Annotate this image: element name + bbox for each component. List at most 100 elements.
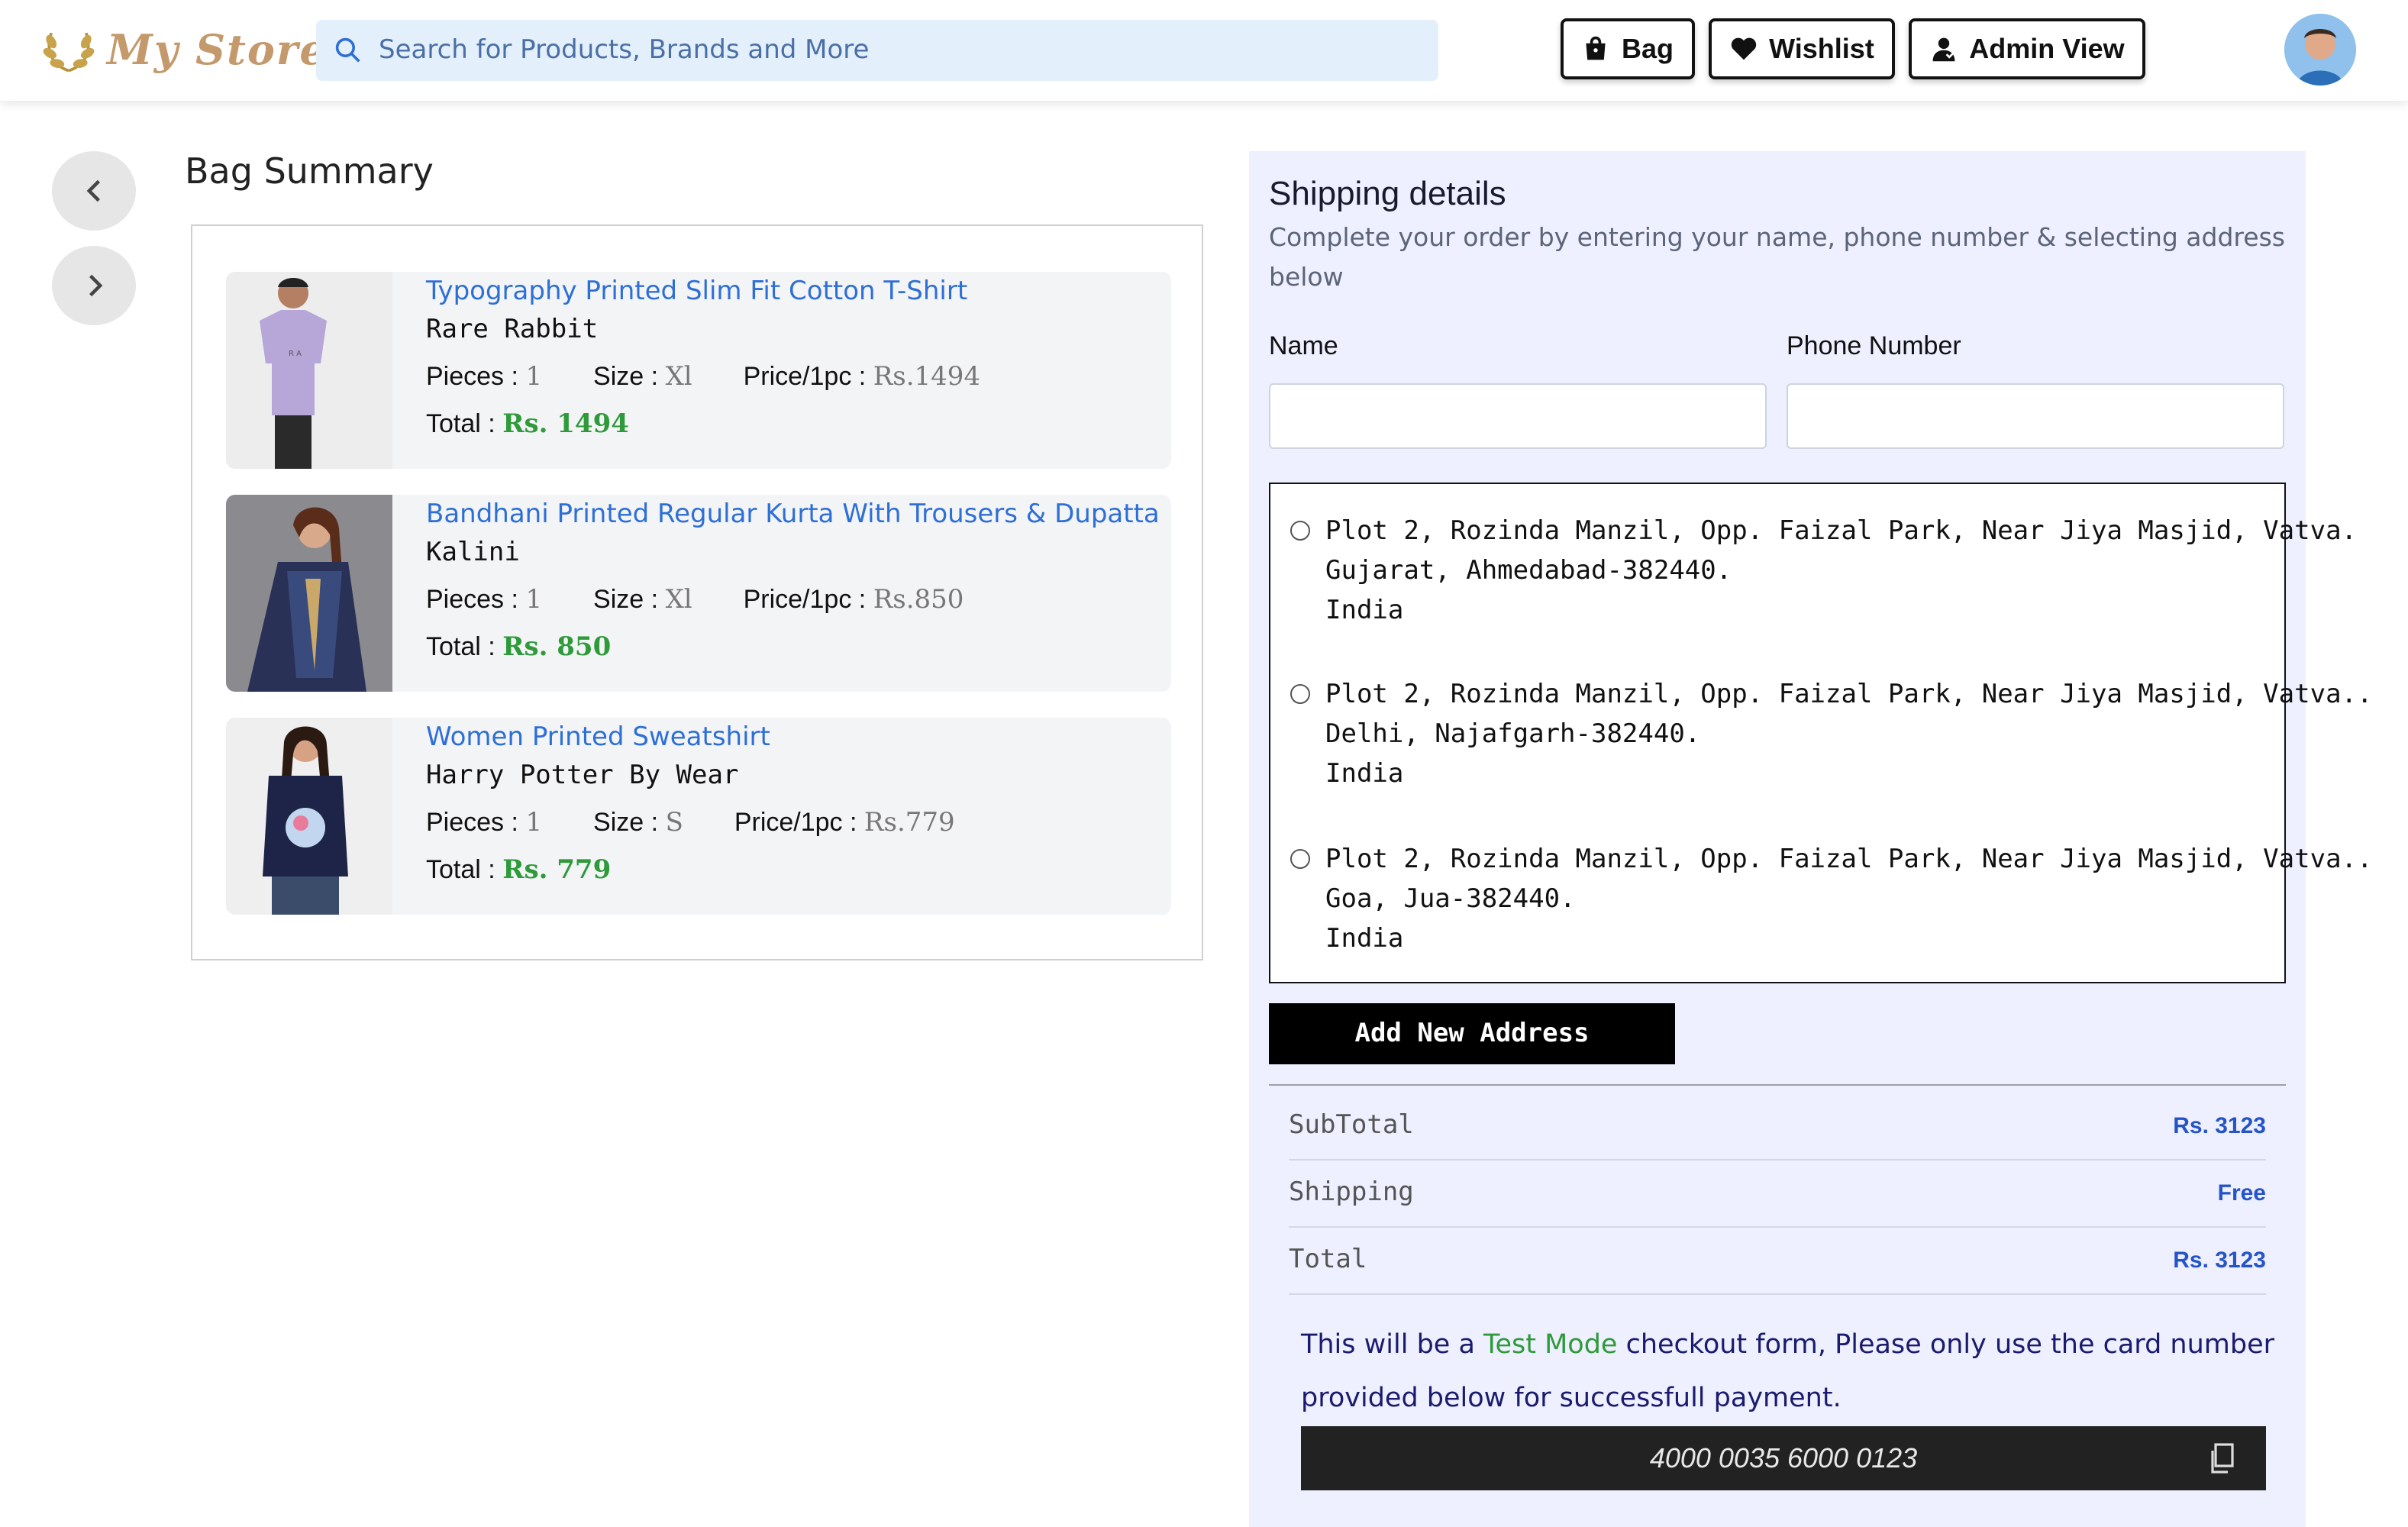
bag-icon (1586, 36, 1606, 60)
total-label: Total : (426, 409, 495, 438)
test-mode-highlight: Test Mode (1483, 1330, 1618, 1361)
price-value: Rs.850 (873, 585, 964, 615)
chevron-right-icon (89, 274, 102, 297)
size-value: Xl (665, 362, 692, 392)
size-label: Size : (593, 362, 659, 391)
size-label: Size : (593, 585, 659, 614)
store-logo[interactable]: My Store (40, 21, 328, 79)
subtotal-row: SubTotal Rs. 3123 (1289, 1092, 2266, 1161)
product-details: Pieces : 1 Size : S Price/1pc : Rs.779 (426, 808, 955, 838)
shipping-subtitle: Complete your order by entering your nam… (1269, 223, 2285, 292)
product-brand: Harry Potter By Wear (426, 760, 739, 791)
size-value: Xl (665, 585, 692, 615)
address-line2: Gujarat, Ahmedabad-382440. (1325, 556, 1732, 586)
bag-item[interactable]: Bandhani Printed Regular Kurta With Trou… (226, 495, 1171, 692)
total-row: Total Rs. 3123 (1289, 1226, 2266, 1295)
notice-text-before: This will be a (1301, 1330, 1484, 1361)
product-image[interactable] (226, 718, 392, 915)
address-radio[interactable] (1290, 849, 1310, 869)
search-icon (335, 37, 360, 63)
address-line2: Delhi, Najafgarh-382440. (1325, 719, 1701, 750)
copy-icon[interactable] (2208, 1443, 2235, 1474)
shipping-title: Shipping details (1269, 174, 1506, 212)
bag-item[interactable]: Women Printed Sweatshirt Harry Potter By… (226, 718, 1171, 915)
address-text[interactable]: Plot 2, Rozinda Manzil, Opp. Faizal Park… (1325, 512, 2357, 631)
price-label: Price/1pc : (743, 585, 867, 614)
size-value: S (665, 808, 683, 838)
logo-wreath-icon (43, 32, 95, 73)
pieces-value: 1 (525, 808, 543, 838)
name-field[interactable] (1269, 383, 1767, 449)
svg-text:R A: R A (289, 350, 302, 358)
address-text[interactable]: Plot 2, Rozinda Manzil, Opp. Faizal Park… (1325, 840, 2373, 959)
wishlist-button-label: Wishlist (1769, 33, 1874, 63)
test-mode-notice: This will be a Test Mode checkout form, … (1301, 1319, 2278, 1426)
pieces-value: 1 (525, 585, 543, 615)
admin-view-label: Admin View (1969, 33, 2125, 63)
pieces-label: Pieces : (426, 808, 518, 837)
divider (1269, 1084, 2286, 1086)
address-line3: India (1325, 759, 1404, 789)
wishlist-button[interactable]: Wishlist (1709, 18, 1895, 79)
pieces-label: Pieces : (426, 585, 518, 614)
bag-summary-title: Bag Summary (185, 153, 434, 192)
address-list: Plot 2, Rozinda Manzil, Opp. Faizal Park… (1269, 483, 2373, 983)
product-image[interactable] (226, 495, 392, 692)
previous-button[interactable] (52, 151, 136, 231)
product-total: Total : Rs. 1494 (426, 409, 629, 440)
phone-field[interactable] (1787, 383, 2284, 449)
top-header: My Store Bag Wishlist Admin View (0, 0, 2408, 101)
subtotal-value: Rs. 3123 (2173, 1113, 2266, 1139)
search-bar[interactable] (316, 20, 1438, 81)
total-value: Rs. 1494 (502, 409, 629, 440)
name-label: Name (1269, 331, 1338, 360)
admin-view-button[interactable]: Admin View (1909, 18, 2145, 79)
bag-item[interactable]: R A Typography Printed Slim Fit Cotton T… (226, 272, 1171, 469)
heart-icon (1730, 37, 1756, 60)
product-details: Pieces : 1 Size : Xl Price/1pc : Rs.1494 (426, 362, 980, 392)
address-line3: India (1325, 924, 1404, 954)
price-value: Rs.779 (863, 808, 955, 838)
total-value: Rs. 850 (502, 632, 612, 663)
shipping-label: Shipping (1289, 1177, 1414, 1208)
phone-label: Phone Number (1787, 331, 1961, 360)
chevron-left-icon (86, 179, 99, 202)
address-text[interactable]: Plot 2, Rozinda Manzil, Opp. Faizal Park… (1325, 675, 2373, 794)
product-name[interactable]: Women Printed Sweatshirt (426, 722, 770, 753)
user-icon (1932, 37, 1955, 62)
price-value: Rs.1494 (873, 362, 981, 392)
bag-items-container: R A Typography Printed Slim Fit Cotton T… (191, 224, 1203, 960)
add-new-address-button[interactable]: Add New Address (1269, 1003, 1675, 1064)
product-brand: Kalini (426, 538, 520, 568)
address-line2: Goa, Jua-382440. (1325, 884, 1576, 915)
address-line1: Plot 2, Rozinda Manzil, Opp. Faizal Park… (1325, 844, 2373, 875)
price-label: Price/1pc : (743, 362, 867, 391)
shipping-value: Free (2217, 1180, 2266, 1206)
product-image[interactable]: R A (226, 272, 392, 469)
card-number-text: 4000 0035 6000 0123 (1649, 1442, 1918, 1473)
product-brand: Rare Rabbit (426, 315, 599, 345)
logo-text: My Store (107, 27, 328, 74)
test-card-number[interactable]: 4000 0035 6000 0123 (1301, 1426, 2266, 1490)
address-radio[interactable] (1290, 521, 1310, 541)
search-input[interactable] (376, 34, 1420, 67)
subtotal-label: SubTotal (1289, 1110, 1414, 1141)
product-details: Pieces : 1 Size : Xl Price/1pc : Rs.850 (426, 585, 964, 615)
address-radio[interactable] (1290, 684, 1310, 704)
shipping-panel: Shipping details Complete your order by … (1249, 151, 2373, 1527)
size-label: Size : (593, 808, 659, 837)
product-name[interactable]: Bandhani Printed Regular Kurta With Trou… (426, 499, 1160, 530)
address-line1: Plot 2, Rozinda Manzil, Opp. Faizal Park… (1325, 516, 2358, 547)
bag-button[interactable]: Bag (1561, 18, 1695, 79)
total-summary-value: Rs. 3123 (2173, 1248, 2266, 1274)
shipping-row: Shipping Free (1289, 1159, 2266, 1228)
total-label: Total : (426, 632, 495, 661)
avatar[interactable] (2284, 14, 2356, 86)
product-name[interactable]: Typography Printed Slim Fit Cotton T-Shi… (426, 276, 967, 307)
total-label: Total : (426, 855, 495, 884)
address-line1: Plot 2, Rozinda Manzil, Opp. Faizal Park… (1325, 680, 2373, 710)
next-button[interactable] (52, 246, 136, 325)
product-total: Total : Rs. 779 (426, 855, 611, 886)
total-summary-label: Total (1289, 1245, 1367, 1275)
product-total: Total : Rs. 850 (426, 632, 611, 663)
